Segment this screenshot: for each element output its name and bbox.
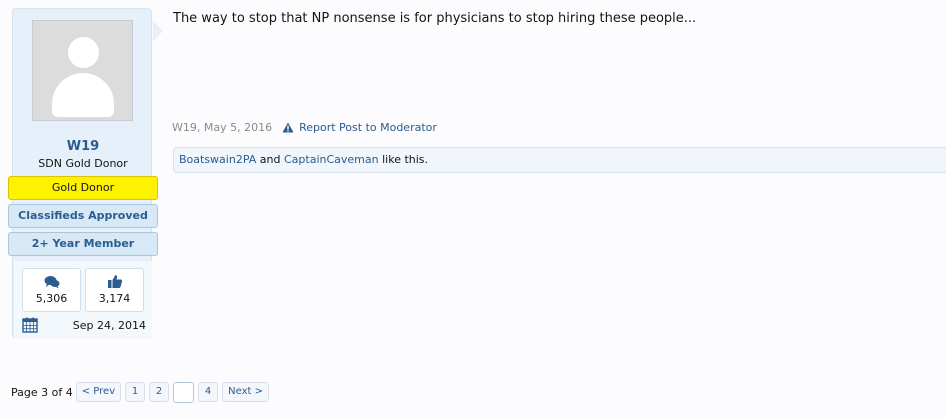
- page-info: Page 3 of 4: [11, 385, 73, 399]
- next-page-button[interactable]: Next >: [222, 382, 269, 402]
- banner-year-member: 2+ Year Member: [8, 232, 158, 256]
- messages-stat[interactable]: 5,306: [22, 268, 81, 312]
- likes-suffix: like this.: [382, 153, 429, 166]
- likes-summary: Boatswain2PA and CaptainCaveman like thi…: [173, 147, 946, 173]
- thumbs-up-icon: [86, 269, 143, 291]
- banner-gold-donor: Gold Donor: [8, 176, 158, 200]
- page-4-button[interactable]: 4: [198, 382, 219, 402]
- username-link[interactable]: W19: [13, 139, 153, 154]
- avatar-placeholder-head: [68, 37, 99, 68]
- user-info-panel: W19 SDN Gold Donor Gold Donor Classified…: [8, 8, 163, 339]
- post-author-date[interactable]: W19, May 5, 2016: [172, 121, 272, 134]
- panel-arrow: [153, 21, 163, 41]
- user-stats: 5,306 3,174 Sep 24, 2014: [14, 261, 152, 339]
- likes-stat[interactable]: 3,174: [85, 268, 144, 312]
- page-navigation: Page 3 of 4 < Prev 1 2 4 Next >: [11, 381, 273, 403]
- liker-link-1[interactable]: Boatswain2PA: [179, 153, 256, 166]
- join-date: Sep 24, 2014: [72, 319, 146, 332]
- avatar-placeholder-body: [52, 73, 114, 117]
- post-message-text: The way to stop that NP nonsense is for …: [173, 11, 697, 26]
- likes-count: 3,174: [98, 292, 131, 305]
- page-2-button[interactable]: 2: [149, 382, 170, 402]
- post-meta: W19, May 5, 2016 Report Post to Moderato…: [172, 121, 437, 134]
- warning-icon: [282, 122, 294, 133]
- avatar[interactable]: [32, 20, 133, 121]
- banner-classifieds-approved: Classifieds Approved: [8, 204, 158, 228]
- page-1-button[interactable]: 1: [125, 382, 146, 402]
- likes-and: and: [259, 153, 281, 166]
- user-title: SDN Gold Donor: [38, 157, 128, 170]
- calendar-icon: [22, 317, 38, 337]
- messages-count: 5,306: [35, 292, 68, 305]
- liker-link-2[interactable]: CaptainCaveman: [284, 153, 379, 166]
- chat-bubbles-icon: [23, 269, 80, 291]
- report-post-link[interactable]: Report Post to Moderator: [282, 121, 437, 134]
- report-post-label: Report Post to Moderator: [299, 121, 437, 134]
- page-jump-input[interactable]: [173, 381, 195, 403]
- prev-page-button[interactable]: < Prev: [75, 382, 122, 402]
